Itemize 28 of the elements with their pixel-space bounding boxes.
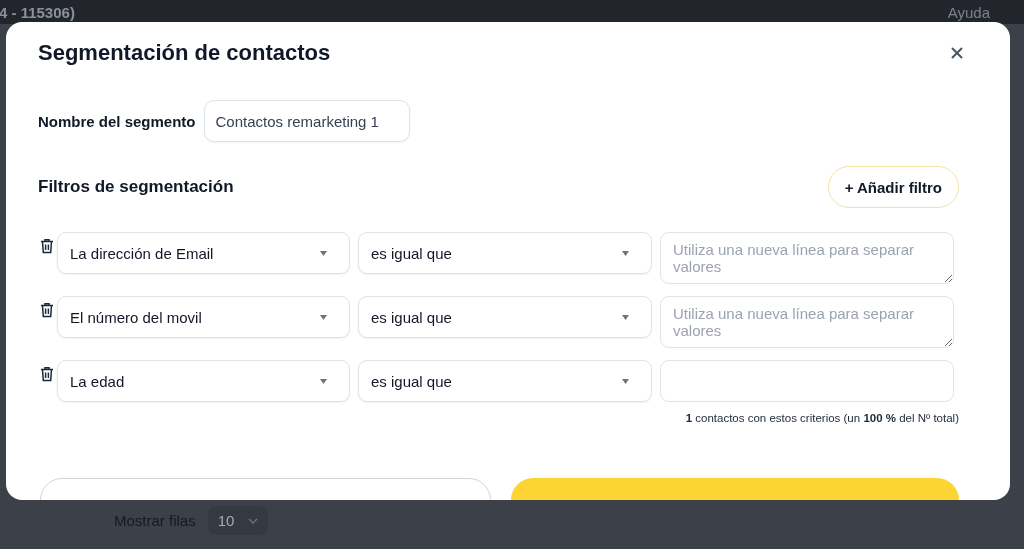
- page-title: 4 - 115306): [0, 3, 75, 21]
- operator-select[interactable]: es igual que: [358, 296, 652, 338]
- caret-icon: [622, 378, 629, 384]
- caret-icon: [320, 378, 327, 384]
- chevron-icon: [248, 517, 259, 524]
- operator-select[interactable]: es igual que: [358, 360, 652, 402]
- trash-icon[interactable]: [40, 238, 54, 254]
- trash-icon[interactable]: [40, 366, 54, 382]
- field-select[interactable]: El número del movil: [57, 296, 350, 338]
- segment-name-label: Nombre del segmento: [38, 112, 196, 130]
- caret-icon: [622, 314, 629, 320]
- value-field[interactable]: Utiliza una nueva línea para separar valores: [660, 296, 954, 348]
- close-icon: [951, 47, 963, 59]
- operator-select[interactable]: es igual que: [358, 232, 652, 274]
- value-field[interactable]: Utiliza una nueva línea para separar valores: [660, 232, 954, 284]
- caret-icon: [622, 250, 629, 256]
- caret-icon: [320, 314, 327, 320]
- filters-heading: Filtros de segmentación: [38, 177, 234, 197]
- trash-icon[interactable]: [40, 302, 54, 318]
- field-select[interactable]: La edad: [57, 360, 350, 402]
- results-summary: 1 contactos con estos criterios (un 100 % del Nº total): [684, 412, 959, 424]
- modal-title: Segmentación de contactos: [38, 40, 331, 66]
- caret-icon: [320, 250, 327, 256]
- field-select[interactable]: La dirección de Email: [57, 232, 350, 274]
- segment-name-field[interactable]: Contactos remarketing 1: [203, 100, 410, 142]
- rows-select[interactable]: 10: [207, 506, 269, 535]
- help-link[interactable]: Ayuda: [947, 3, 990, 21]
- add-filter-button[interactable]: + Añadir filtro: [827, 166, 959, 208]
